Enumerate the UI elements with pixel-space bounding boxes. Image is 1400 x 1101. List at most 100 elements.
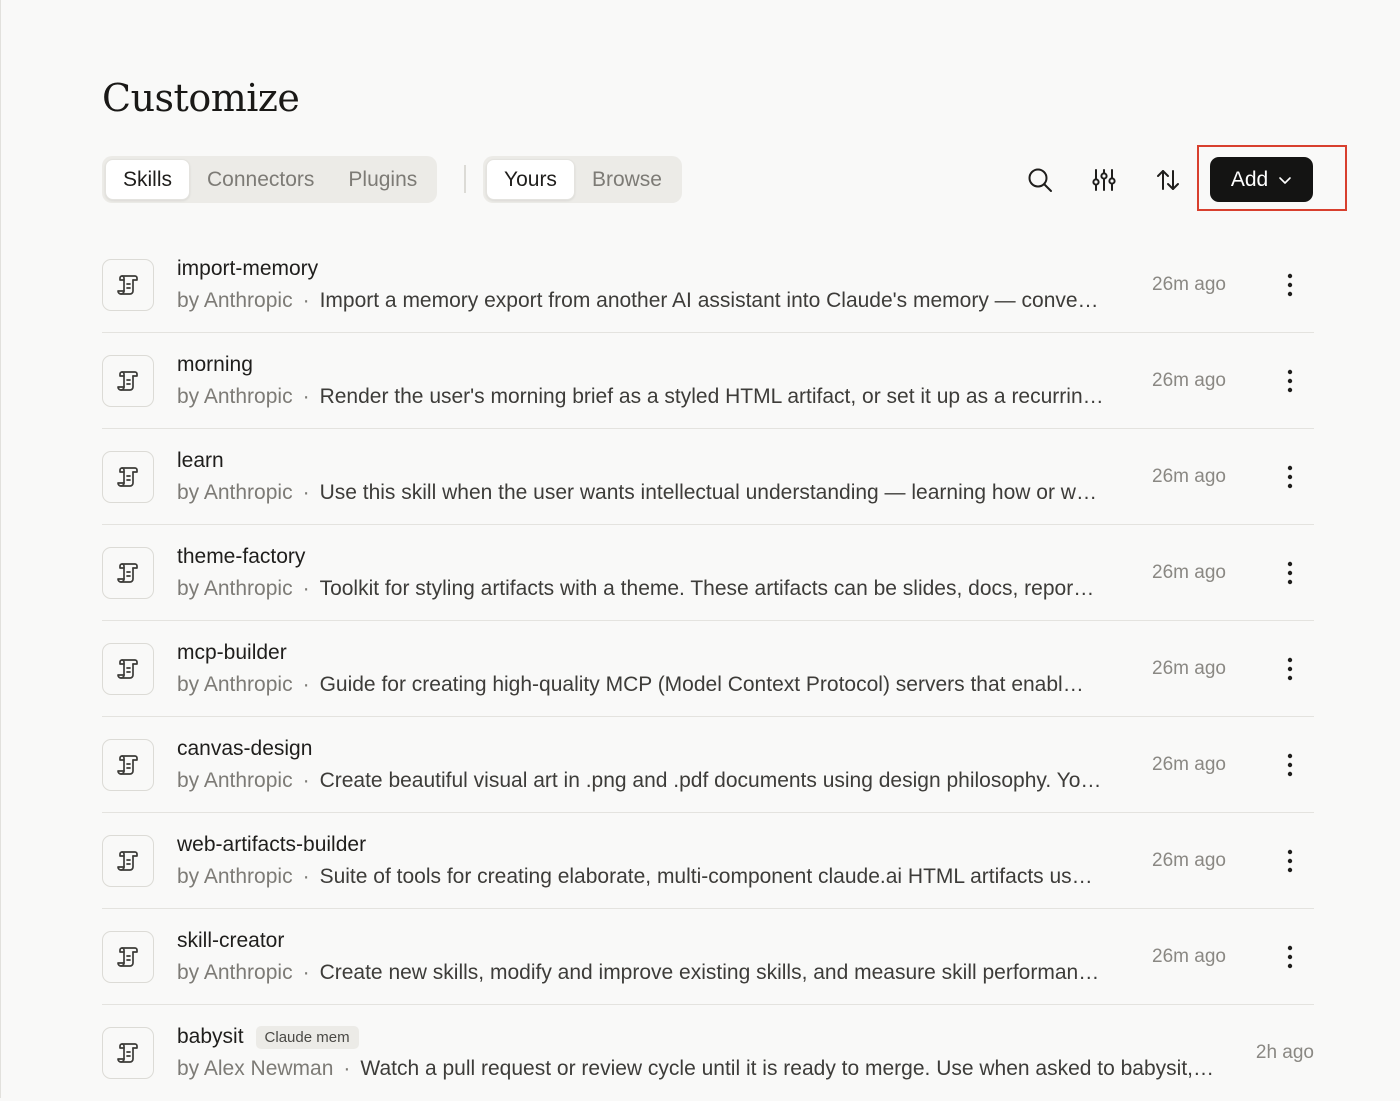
tab-yours[interactable]: Yours	[486, 159, 575, 200]
scroll-icon	[102, 547, 154, 599]
skill-meta: by Anthropic · Toolkit for styling artifac…	[177, 577, 1094, 601]
scroll-icon	[102, 259, 154, 311]
skills-list: import-memory by Anthropic · Import a memo…	[102, 237, 1314, 1101]
skill-meta: by Anthropic · Suite of tools for creating…	[177, 865, 1093, 889]
skill-name-line: morning	[177, 353, 253, 377]
skill-meta: by Anthropic · Guide for creating high-qua…	[177, 673, 1084, 697]
meta-separator: ·	[302, 289, 310, 312]
skill-updated-time: 2h ago	[1255, 1042, 1314, 1063]
scroll-icon	[102, 931, 154, 983]
skill-name: mcp-builder	[177, 641, 287, 664]
skill-author: by Anthropic	[177, 769, 293, 792]
scroll-icon	[102, 1027, 154, 1079]
page-title: Customize	[102, 76, 300, 120]
skill-meta: by Anthropic · Import a memory export from…	[177, 289, 1099, 313]
skill-row-web-artifacts-builder[interactable]: web-artifacts-builder by Anthropic · Suite…	[102, 813, 1314, 909]
tab-browse[interactable]: Browse	[575, 159, 679, 200]
scroll-icon	[102, 835, 154, 887]
more-vertical-icon	[1287, 465, 1293, 489]
meta-separator: ·	[302, 769, 310, 792]
meta-separator: ·	[302, 481, 310, 504]
skill-name: theme-factory	[177, 545, 306, 568]
skill-row-theme-factory[interactable]: theme-factory by Anthropic · Toolkit for s…	[102, 525, 1314, 621]
skill-author: by Anthropic	[177, 289, 293, 312]
row-menu-button[interactable]	[1276, 463, 1304, 491]
skill-name-line: skill-creator	[177, 929, 284, 953]
more-vertical-icon	[1287, 561, 1293, 585]
skill-name-line: babysit Claude mem	[177, 1025, 359, 1049]
tab-skills[interactable]: Skills	[105, 159, 191, 200]
skill-updated-time: 26m ago	[1152, 850, 1226, 871]
skill-name: learn	[177, 449, 224, 472]
skill-updated-time: 26m ago	[1152, 658, 1226, 679]
row-menu-button[interactable]	[1276, 271, 1304, 299]
category-tabs: Skills Connectors Plugins	[102, 156, 438, 203]
skill-updated-time: 26m ago	[1152, 466, 1226, 487]
tab-plugins[interactable]: Plugins	[331, 159, 434, 200]
sliders-icon	[1092, 169, 1116, 191]
filter-button[interactable]	[1084, 160, 1124, 200]
skill-name-line: mcp-builder	[177, 641, 287, 665]
more-vertical-icon	[1287, 753, 1293, 777]
row-menu-button[interactable]	[1276, 751, 1304, 779]
skill-name-line: web-artifacts-builder	[177, 833, 366, 857]
more-vertical-icon	[1287, 369, 1293, 393]
meta-separator: ·	[302, 673, 310, 696]
skill-row-import-memory[interactable]: import-memory by Anthropic · Import a memo…	[102, 237, 1314, 333]
more-vertical-icon	[1287, 657, 1293, 681]
skill-tag: Claude mem	[255, 1025, 359, 1049]
skill-meta: by Alex Newman · Watch a pull request or r…	[177, 1057, 1214, 1081]
skill-author: by Anthropic	[177, 385, 293, 408]
more-vertical-icon	[1287, 273, 1293, 297]
skill-updated-time: 26m ago	[1152, 370, 1226, 391]
scroll-icon	[102, 451, 154, 503]
row-menu-button[interactable]	[1276, 655, 1304, 683]
skill-updated-time: 26m ago	[1152, 274, 1226, 295]
skill-name-line: theme-factory	[177, 545, 305, 569]
skill-row-mcp-builder[interactable]: mcp-builder by Anthropic · Guide for creat…	[102, 621, 1314, 717]
skill-name: skill-creator	[177, 929, 285, 952]
scroll-icon	[102, 643, 154, 695]
skill-meta: by Anthropic · Create beautiful visual art…	[177, 769, 1101, 793]
skill-updated-time: 26m ago	[1152, 946, 1226, 967]
row-menu-button[interactable]	[1276, 559, 1304, 587]
scope-tabs: Yours Browse	[483, 156, 682, 203]
skill-row-skill-creator[interactable]: skill-creator by Anthropic · Create new sk…	[102, 909, 1314, 1005]
scroll-icon	[102, 739, 154, 791]
meta-separator: ·	[343, 1057, 351, 1080]
skill-author: by Anthropic	[177, 673, 293, 696]
skill-row-canvas-design[interactable]: canvas-design by Anthropic · Create beauti…	[102, 717, 1314, 813]
skill-row-morning[interactable]: morning by Anthropic · Render the user's m…	[102, 333, 1314, 429]
skill-row-learn[interactable]: learn by Anthropic · Use this skill when t…	[102, 429, 1314, 525]
window-edge	[0, 0, 1, 1098]
skill-author: by Alex Newman	[177, 1057, 334, 1080]
skill-description: Toolkit for styling artifacts with a the…	[319, 577, 1095, 600]
more-vertical-icon	[1287, 849, 1293, 873]
tabs-divider	[464, 165, 466, 193]
meta-separator: ·	[302, 961, 310, 984]
skill-author: by Anthropic	[177, 481, 293, 504]
sort-button[interactable]	[1148, 160, 1188, 200]
skill-description: Import a memory export from another AI a…	[319, 289, 1099, 312]
add-button-highlight	[1197, 145, 1347, 211]
row-menu-button[interactable]	[1276, 847, 1304, 875]
skill-author: by Anthropic	[177, 577, 293, 600]
skill-updated-time: 26m ago	[1152, 754, 1226, 775]
search-button[interactable]	[1020, 160, 1060, 200]
skill-description: Watch a pull request or review cycle unt…	[360, 1057, 1215, 1080]
skill-meta: by Anthropic · Render the user's morning b…	[177, 385, 1104, 409]
row-menu-button[interactable]	[1276, 367, 1304, 395]
skill-description: Suite of tools for creating elaborate, m…	[319, 865, 1093, 888]
skill-row-babysit[interactable]: babysit Claude mem by Alex Newman · Watch …	[102, 1005, 1314, 1101]
skill-name: web-artifacts-builder	[177, 833, 367, 856]
skill-description: Guide for creating high-quality MCP (Mod…	[319, 673, 1084, 696]
skill-name-line: import-memory	[177, 257, 318, 281]
tab-connectors[interactable]: Connectors	[190, 159, 331, 200]
meta-separator: ·	[302, 865, 310, 888]
skill-author: by Anthropic	[177, 865, 293, 888]
scroll-icon	[102, 355, 154, 407]
skill-author: by Anthropic	[177, 961, 293, 984]
row-menu-button[interactable]	[1276, 943, 1304, 971]
skill-updated-time: 26m ago	[1152, 562, 1226, 583]
skill-description: Use this skill when the user wants intel…	[319, 481, 1097, 504]
